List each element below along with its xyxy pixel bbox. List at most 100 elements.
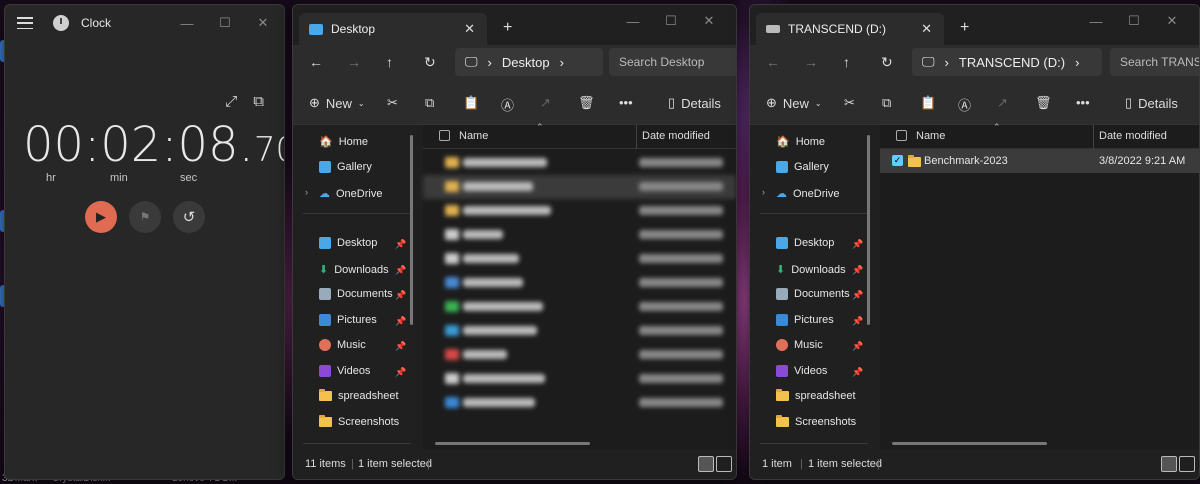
chevron-right-icon[interactable]: › (560, 55, 564, 70)
list-item[interactable] (423, 391, 736, 415)
reset-button[interactable]: ↺ (173, 201, 205, 233)
list-item[interactable] (423, 199, 736, 223)
paste-icon[interactable]: 📋 (463, 95, 479, 111)
maximize-icon[interactable]: ☐ (1115, 9, 1153, 33)
checkbox-checked-icon[interactable]: ✓ (892, 155, 903, 166)
copy-icon[interactable]: ⧉ (882, 95, 891, 111)
pin-icon[interactable]: 📌 (852, 290, 863, 301)
sidebar-item-onedrive[interactable]: ☁ OneDrive (776, 187, 839, 201)
expand-icon[interactable]: ⤢ (225, 93, 237, 110)
address-field[interactable]: 🖵 › TRANSCEND (D:) › (912, 48, 1102, 76)
pin-icon[interactable]: 📌 (395, 265, 406, 276)
copy-icon[interactable]: ⧉ (425, 95, 434, 111)
delete-icon[interactable]: 🗑 (578, 95, 595, 111)
tiles-view-icon[interactable] (1179, 456, 1195, 472)
sidebar-item-desktop[interactable]: Desktop (776, 237, 834, 249)
sidebar-item-home[interactable]: 🏠 Home (319, 135, 368, 149)
minimize-icon[interactable]: — (168, 11, 206, 35)
sidebar-item-videos[interactable]: Videos (319, 365, 370, 377)
sidebar-item-videos[interactable]: Videos (776, 365, 827, 377)
select-all-checkbox[interactable] (439, 130, 450, 141)
new-button[interactable]: ⊕ New ⌄ (766, 95, 822, 111)
sidebar-item-downloads[interactable]: ⬇ Downloads (319, 263, 389, 277)
sidebar-item-gallery[interactable]: Gallery (319, 161, 372, 173)
sidebar-item-documents[interactable]: Documents (776, 288, 850, 300)
close-tab-icon[interactable]: ✕ (921, 21, 932, 37)
close-icon[interactable]: ✕ (690, 9, 728, 33)
pin-icon[interactable]: 📌 (852, 239, 863, 250)
horizontal-scrollbar[interactable] (435, 442, 590, 445)
list-item[interactable] (423, 247, 736, 271)
forward-icon[interactable]: → (804, 54, 818, 70)
sidebar-item-music[interactable]: Music (776, 339, 823, 351)
cut-icon[interactable]: ✂ (844, 95, 855, 111)
pin-icon[interactable]: 📌 (852, 341, 863, 352)
close-icon[interactable]: ✕ (1153, 9, 1191, 33)
new-tab-icon[interactable]: + (960, 19, 969, 37)
pin-icon[interactable]: 📌 (852, 265, 863, 276)
cut-icon[interactable]: ✂ (387, 95, 398, 111)
tiles-view-icon[interactable] (716, 456, 732, 472)
pin-icon[interactable]: 📌 (852, 367, 863, 378)
pin-icon[interactable]: 📌 (395, 290, 406, 301)
play-button[interactable]: ▶ (85, 201, 117, 233)
scrollbar[interactable] (867, 135, 870, 325)
list-item[interactable] (423, 319, 736, 343)
pin-icon[interactable]: 📌 (395, 367, 406, 378)
menu-icon[interactable] (17, 17, 33, 29)
details-button[interactable]: ▯ Details (668, 95, 721, 111)
pin-icon[interactable]: 📌 (395, 239, 406, 250)
column-date-modified[interactable]: Date modified (1099, 130, 1167, 142)
new-button[interactable]: ⊕ New ⌄ (309, 95, 365, 111)
pin-icon[interactable]: 📌 (395, 341, 406, 352)
address-field[interactable]: 🖵 › Desktop › (455, 48, 603, 76)
share-icon[interactable]: ↗ (540, 95, 551, 111)
rename-icon[interactable]: Ⓐ (958, 95, 971, 114)
list-item[interactable] (423, 367, 736, 391)
table-row[interactable]: ✓ Benchmark-2023 3/8/2022 9:21 AM (880, 149, 1199, 173)
lap-button[interactable]: ⚑ (129, 201, 161, 233)
list-item[interactable] (423, 271, 736, 295)
sidebar-item-desktop[interactable]: Desktop (319, 237, 377, 249)
list-item[interactable] (423, 175, 736, 199)
minimize-icon[interactable]: — (614, 9, 652, 33)
list-item[interactable] (423, 343, 736, 367)
sidebar-item-pictures[interactable]: Pictures (319, 314, 377, 326)
sidebar-item-screenshots[interactable]: Screenshots (319, 415, 399, 428)
sidebar-item-gallery[interactable]: Gallery (776, 161, 829, 173)
sidebar-item-pictures[interactable]: Pictures (776, 314, 834, 326)
new-tab-icon[interactable]: + (503, 19, 512, 37)
scrollbar[interactable] (410, 135, 413, 325)
details-button[interactable]: ▯ Details (1125, 95, 1178, 111)
forward-icon[interactable]: → (347, 54, 361, 70)
details-view-icon[interactable] (1161, 456, 1177, 472)
refresh-icon[interactable]: ↻ (881, 54, 893, 71)
breadcrumb[interactable]: TRANSCEND (D:) (959, 55, 1065, 70)
sidebar-item-spreadsheet[interactable]: spreadsheet (776, 389, 856, 402)
rename-icon[interactable]: Ⓐ (501, 95, 514, 114)
details-view-icon[interactable] (698, 456, 714, 472)
delete-icon[interactable]: 🗑 (1035, 95, 1052, 111)
chevron-right-icon[interactable]: › (305, 187, 308, 197)
back-icon[interactable]: ← (766, 54, 780, 70)
column-name[interactable]: Name (459, 130, 488, 142)
sidebar-item-documents[interactable]: Documents (319, 288, 393, 300)
chevron-right-icon[interactable]: › (762, 187, 765, 197)
breadcrumb[interactable]: Desktop (502, 55, 550, 70)
back-icon[interactable]: ← (309, 54, 323, 70)
column-date-modified[interactable]: Date modified (642, 130, 710, 142)
list-item[interactable] (423, 295, 736, 319)
sidebar-item-music[interactable]: Music (319, 339, 366, 351)
minimize-icon[interactable]: — (1077, 9, 1115, 33)
sidebar-item-spreadsheet[interactable]: spreadsheet (319, 389, 399, 402)
more-icon[interactable]: ••• (1076, 95, 1090, 110)
sidebar-item-home[interactable]: 🏠 Home (776, 135, 825, 149)
up-icon[interactable]: ↑ (386, 54, 393, 70)
list-item[interactable] (423, 223, 736, 247)
close-tab-icon[interactable]: ✕ (464, 21, 475, 37)
refresh-icon[interactable]: ↻ (424, 54, 436, 71)
pin-icon[interactable]: 📌 (395, 316, 406, 327)
tab-desktop[interactable]: Desktop ✕ (299, 13, 487, 45)
up-icon[interactable]: ↑ (843, 54, 850, 70)
search-input[interactable]: Search Desktop (609, 48, 736, 76)
